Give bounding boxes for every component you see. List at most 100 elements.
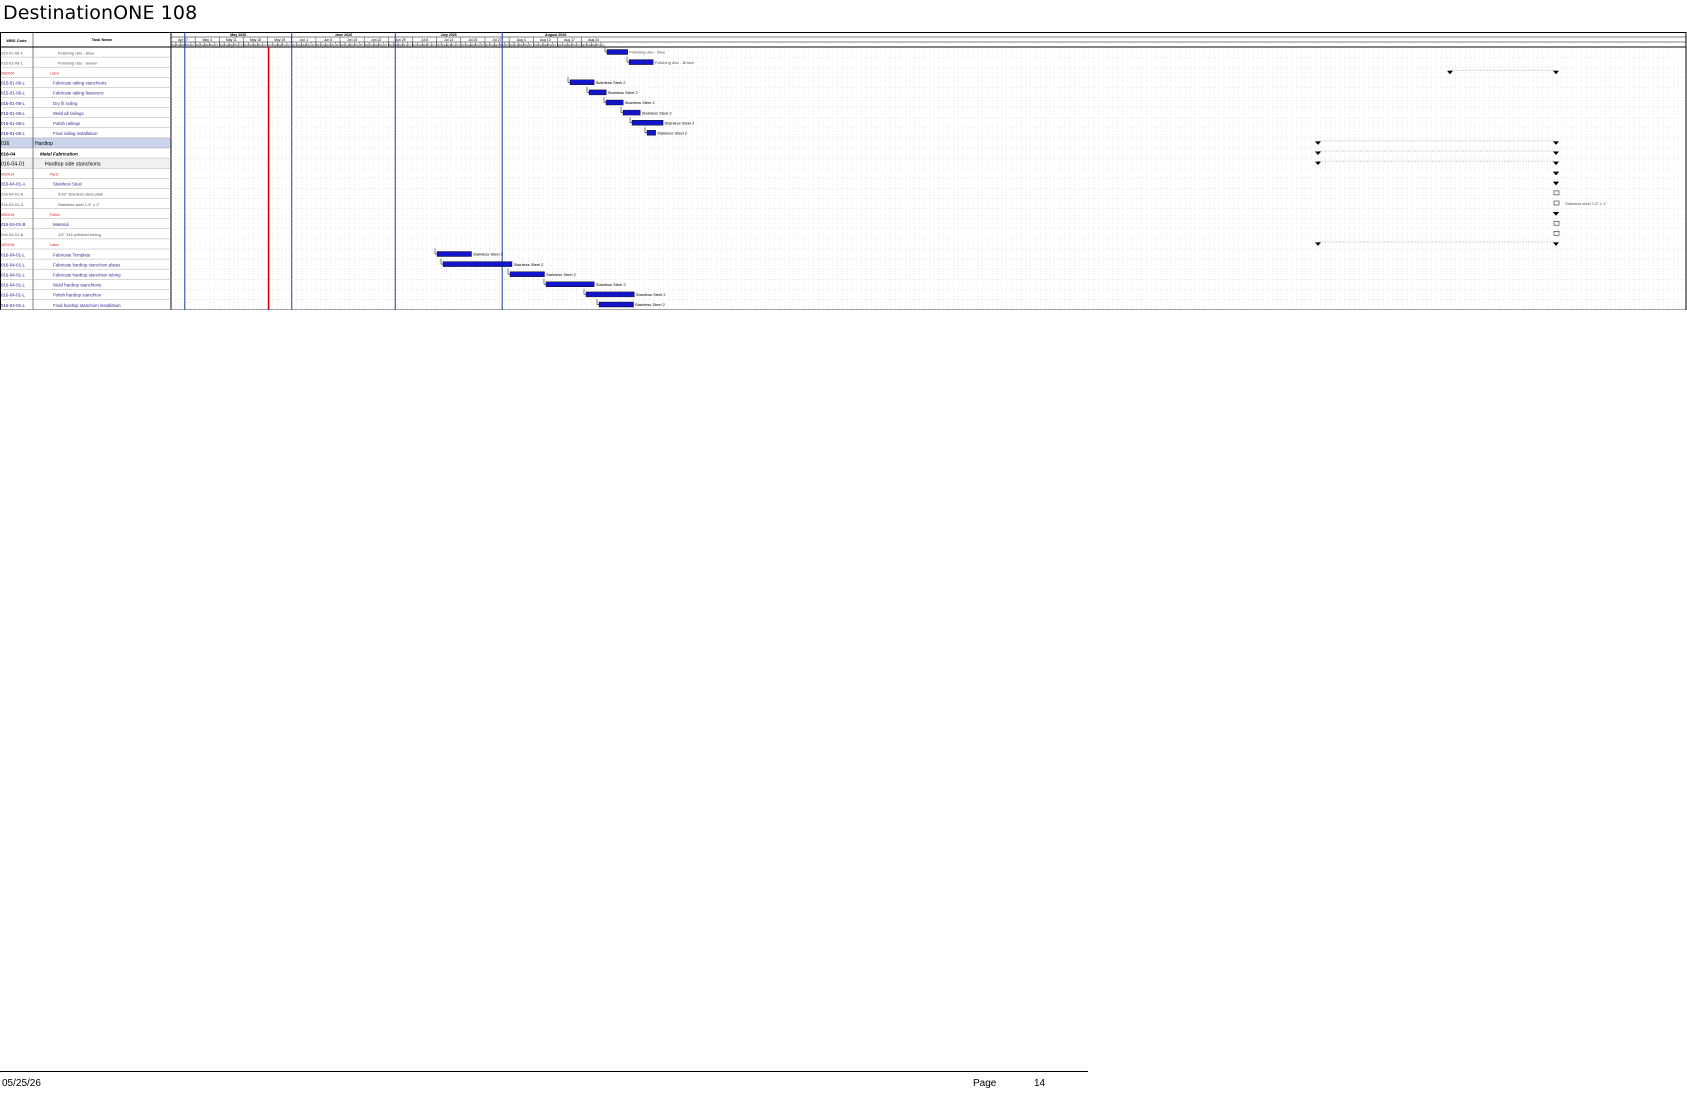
- day-label: Thu: [354, 43, 359, 47]
- week-label: Aug 3: [517, 38, 526, 42]
- summary-marker: [1553, 161, 1559, 166]
- week-label: Aug 24: [588, 38, 599, 42]
- row-wbs: 015-01-06-L: [1, 111, 25, 116]
- day-label: Thu: [475, 43, 480, 47]
- day-label: Thu: [572, 43, 577, 47]
- task-bar: [631, 119, 664, 126]
- row-wbs: 015-01-06-L: [1, 121, 25, 126]
- bar-resource-label: Stainless Steel 2: [546, 272, 577, 277]
- gantt-chart: WBS Code Task Name May 2026 June 2026 July 2…: [0, 32, 1687, 310]
- row-task-name: Polish: [50, 213, 60, 217]
- bar-resource-label: Stainless Steel 2: [608, 90, 639, 95]
- task-bar: [585, 291, 635, 298]
- week-label: Jun 8: [324, 38, 332, 42]
- task-bar: [646, 130, 656, 136]
- row-wbs: 015-01-06-L: [1, 101, 25, 106]
- footer-page-number: 14: [1034, 1078, 1046, 1089]
- bar-resource-label: Stainless Steel 2: [596, 282, 627, 287]
- row-wbs: 016-04-01-A: [1, 202, 24, 207]
- footer-date: 05/25/26: [2, 1078, 41, 1089]
- summary-marker: [1553, 151, 1559, 155]
- day-label: Thu: [185, 43, 190, 47]
- footer-rule: [0, 1071, 1088, 1072]
- dependency-arrow: [543, 278, 546, 285]
- row-wbs: 015-01-06-L: [1, 91, 25, 96]
- day-label: Thu: [451, 43, 456, 47]
- dependency-arrow: [567, 76, 570, 83]
- row-task-name: Stainless Steel: [53, 182, 82, 187]
- row-wbs: 016-04: [1, 151, 16, 156]
- row-wbs: MS0016: [1, 213, 14, 217]
- row-task-name: 1/2" 316 polished tubing: [58, 232, 101, 237]
- dependency-arrow: [629, 117, 632, 123]
- header-task: Task Name: [92, 37, 114, 42]
- summary-marker: [1553, 212, 1559, 216]
- bar-resource-label: Stainless Steel 2: [596, 80, 627, 85]
- summary-marker: [1553, 181, 1559, 186]
- day-label: Thu: [524, 43, 529, 47]
- dependency-arrow: [434, 248, 437, 255]
- header-wbs: WBS Code: [6, 38, 27, 43]
- bar-resource-label: Stainless Steel 2: [473, 252, 504, 257]
- gantt-frame: [0, 32, 1687, 310]
- week-label: Jun 1: [300, 38, 308, 42]
- summary-marker: [1553, 171, 1559, 176]
- row-wbs: 016-04-01-A: [1, 182, 25, 187]
- summary-marker: [1553, 141, 1559, 145]
- day-label: Thu: [499, 43, 504, 47]
- row-wbs: 016-04-01-L: [1, 252, 25, 257]
- week-label: May 18: [250, 38, 261, 42]
- row-task-name: Hardtop side stanchions: [45, 161, 101, 167]
- row-wbs: 016-04-01-L: [1, 283, 25, 288]
- row-task-name: Material: [53, 222, 69, 227]
- bar-resource-label: Stainless steel 1.5" x 1": [1565, 201, 1607, 206]
- day-label: Thu: [596, 43, 601, 47]
- bar-resource-label: Stainless Steel 2: [635, 302, 666, 307]
- bar-resource-label: Stainless Steel 2: [636, 292, 667, 297]
- summary-marker: [1553, 70, 1559, 75]
- day-label: Thu: [548, 43, 553, 47]
- day-label: Thu: [282, 43, 287, 47]
- row-task-name: Polishing disc - Blue: [58, 50, 95, 55]
- task-bar: [442, 261, 513, 267]
- row-task-name: Weld all railings: [53, 111, 84, 116]
- dependency-arrow: [644, 127, 647, 134]
- page-title: DestinationONE 108: [3, 2, 198, 24]
- row-task-name: Metal Fabrication: [40, 151, 78, 156]
- day-label: Thu: [427, 43, 432, 47]
- week-label: May 11: [226, 38, 237, 42]
- row-wbs: MS0016: [1, 243, 14, 247]
- row-wbs: 016-04-01-L: [1, 273, 25, 278]
- task-bar: [509, 271, 545, 277]
- day-label: Thu: [379, 43, 384, 47]
- bar-resource-label: Stainless Steel 2: [657, 131, 688, 136]
- month-label: June 2026: [335, 33, 352, 37]
- bar-resource-label: Polishing disc - Blue: [629, 50, 666, 55]
- month-label: July 2026: [441, 33, 457, 37]
- row-task-name: Labor: [50, 72, 60, 76]
- row-wbs: 015-01-06-L: [1, 81, 25, 86]
- row-task-name: 5/16" stainless steel plate: [58, 192, 104, 197]
- row-wbs: 016-04-01-A: [1, 192, 24, 197]
- row-task-name: Labor: [50, 243, 60, 247]
- row-task-name: Fabricate railing stanchions: [53, 81, 107, 86]
- day-label: Thu: [234, 43, 239, 47]
- row-task-name: Fabricate Template: [53, 252, 91, 257]
- week-label: Jul 6: [421, 38, 428, 42]
- parts-marker: [1553, 190, 1560, 196]
- task-bar: [436, 251, 472, 257]
- row-task-name: Polish railings: [53, 121, 81, 126]
- summary-marker: [1447, 70, 1453, 75]
- week-label: May 4: [203, 38, 212, 42]
- bar-resource-label: Stainless Steel 2: [514, 262, 545, 267]
- row-task-name: Polish hardtop stanchion: [53, 293, 102, 298]
- week-label: Aug 17: [564, 38, 575, 42]
- week-label: Aug 10: [540, 38, 551, 42]
- bar-resource-label: Stainless Steel 2: [625, 100, 656, 105]
- task-bar: [598, 301, 634, 308]
- row-task-name: Fabricate hardtop stanchion tubing: [53, 273, 121, 278]
- footer-page-label: Page: [973, 1078, 997, 1089]
- row-task-name: Stainless steel 1.5" x 1": [58, 202, 100, 207]
- parts-marker: [1553, 220, 1560, 226]
- gantt-sheet: WBS Code Task Name May 2026 June 2026 July 2…: [0, 32, 1687, 310]
